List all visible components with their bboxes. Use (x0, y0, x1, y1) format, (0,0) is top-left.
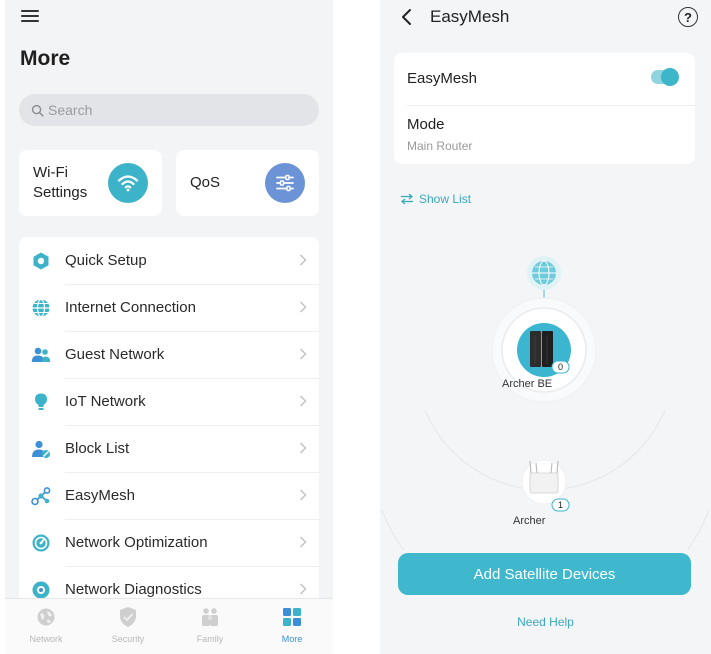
easymesh-settings-card: EasyMesh Mode Main Router (394, 53, 695, 164)
easymesh-toggle[interactable] (651, 68, 679, 86)
shield-icon (117, 606, 139, 628)
satellite-name: Archer (513, 515, 546, 527)
tab-label: More (281, 634, 303, 644)
help-icon[interactable]: ? (678, 7, 698, 27)
list-item-label: EasyMesh (65, 487, 136, 504)
list-item-label: IoT Network (65, 393, 146, 410)
tab-label: Security (111, 634, 145, 644)
tab-security[interactable]: Security (87, 599, 169, 654)
easymesh-toggle-label: EasyMesh (407, 70, 478, 87)
mode-label: Mode (407, 116, 445, 133)
screenshot-stage: More Wi-Fi Settings QoS (0, 0, 711, 654)
wifi-settings-label: Wi-Fi Settings (33, 164, 88, 201)
chevron-right-icon (299, 583, 307, 595)
wifi-icon (108, 163, 148, 203)
search-icon (31, 104, 44, 117)
tab-network[interactable]: Network (5, 599, 87, 654)
tab-label: Family (196, 634, 224, 644)
main-router-badge: 0 (557, 362, 563, 372)
list-item-label: Block List (65, 440, 130, 457)
list-item-guest-network[interactable]: Guest Network (19, 331, 319, 378)
divider (407, 105, 695, 106)
qos-card[interactable]: QoS (176, 150, 319, 216)
more-screen: More Wi-Fi Settings QoS (5, 0, 333, 654)
back-arrow-icon[interactable] (400, 8, 412, 26)
list-item-quick-setup[interactable]: Quick Setup (19, 237, 319, 284)
list-item-label: Quick Setup (65, 252, 147, 269)
show-list-link[interactable]: Show List (400, 192, 471, 206)
settings-list: Quick Setup Internet Connection Guest Ne… (19, 237, 319, 654)
tab-family[interactable]: Family (169, 599, 251, 654)
page-title: EasyMesh (430, 7, 510, 26)
list-item-label: Network Optimization (65, 534, 208, 551)
chevron-right-icon (299, 442, 307, 454)
mesh-topology: 0 1 Archer BE Archer (380, 210, 711, 550)
tab-more[interactable]: More (251, 599, 333, 654)
list-item-network-optimization[interactable]: Network Optimization (19, 519, 319, 566)
mode-value: Main Router (407, 139, 473, 153)
mesh-icon (31, 486, 51, 506)
globe-icon (31, 298, 51, 318)
network-icon (35, 606, 57, 628)
list-item-block-list[interactable]: Block List (19, 425, 319, 472)
list-item-label: Guest Network (65, 346, 165, 363)
hamburger-menu-icon[interactable] (21, 8, 39, 24)
list-item-iot-network[interactable]: IoT Network (19, 378, 319, 425)
main-router-name: Archer BE (502, 378, 553, 390)
toggle-knob (661, 68, 679, 86)
page-title: More (20, 47, 71, 70)
tab-label: Network (29, 634, 63, 644)
list-item-easymesh[interactable]: EasyMesh (19, 472, 319, 519)
chevron-right-icon (299, 301, 307, 313)
bulb-icon (31, 392, 51, 412)
chevron-right-icon (299, 254, 307, 266)
search-input[interactable] (48, 102, 298, 118)
grid-icon (281, 606, 303, 628)
chevron-right-icon (299, 348, 307, 360)
list-item-internet-connection[interactable]: Internet Connection (19, 284, 319, 331)
swap-arrows-icon (400, 193, 414, 205)
sliders-icon (265, 163, 305, 203)
wifi-settings-card[interactable]: Wi-Fi Settings (19, 150, 162, 216)
chevron-right-icon (299, 536, 307, 548)
quick-setup-icon (31, 251, 51, 271)
show-list-label: Show List (419, 192, 472, 206)
easymesh-screen: EasyMesh ? EasyMesh Mode Main Router Sho… (380, 0, 711, 654)
search-bar[interactable] (19, 94, 319, 126)
guest-users-icon (31, 345, 51, 365)
qos-label: QoS (190, 174, 221, 191)
chevron-right-icon (299, 395, 307, 407)
optimization-icon (31, 533, 51, 553)
list-item-label: Internet Connection (65, 299, 196, 316)
block-user-icon (31, 439, 51, 459)
bottom-tab-bar: Network Security Family More (5, 598, 333, 654)
diagnostics-icon (31, 580, 51, 600)
add-satellite-devices-button[interactable]: Add Satellite Devices (398, 553, 691, 595)
need-help-link[interactable]: Need Help (380, 615, 711, 629)
family-icon (199, 606, 221, 628)
satellite-badge: 1 (557, 500, 563, 510)
chevron-right-icon (299, 489, 307, 501)
list-item-label: Network Diagnostics (65, 581, 202, 598)
